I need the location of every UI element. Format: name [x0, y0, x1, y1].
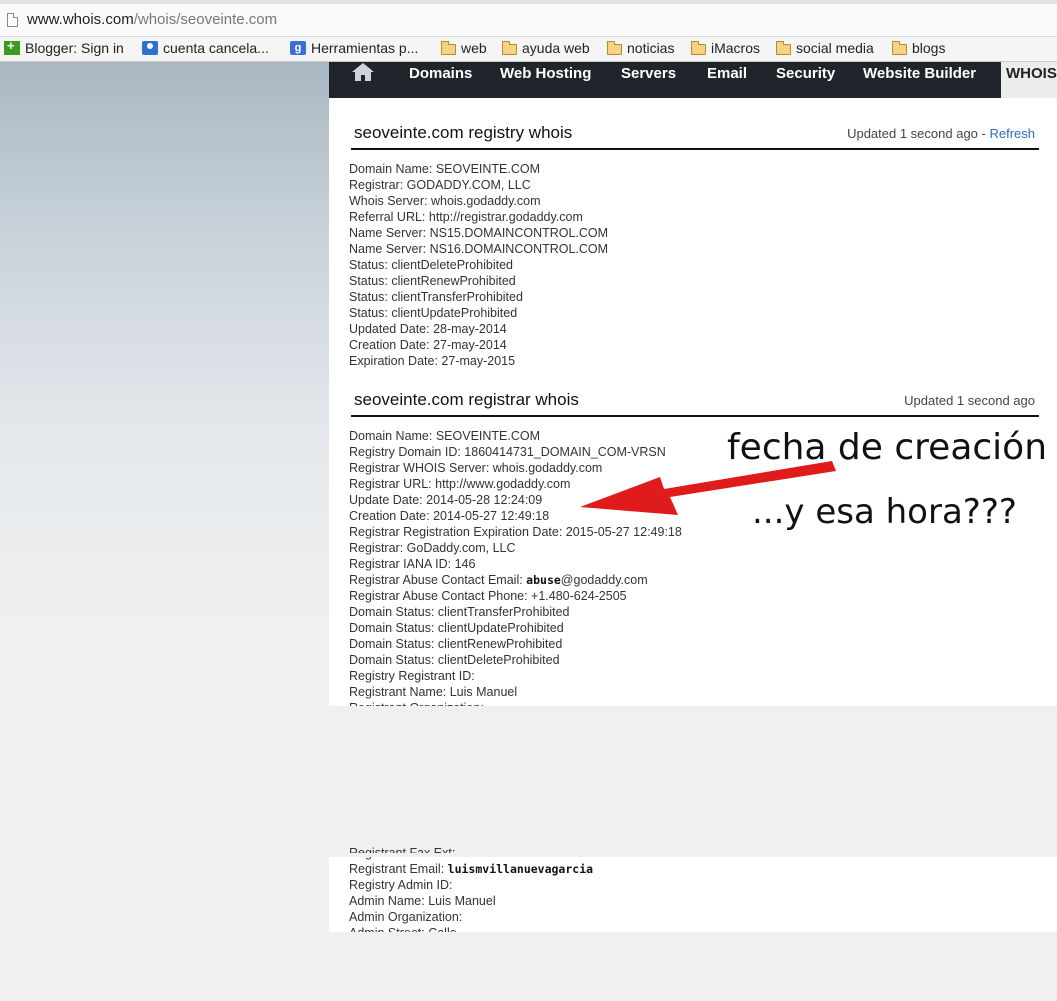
- whois-line: Status: clientUpdateProhibited: [349, 306, 518, 320]
- bookmark-label: Blogger: Sign in: [25, 40, 124, 56]
- bookmark-folder-ayuda-web[interactable]: ayuda web: [502, 40, 590, 56]
- abuse-email-domain: @godaddy.com: [560, 573, 648, 587]
- nav-whois[interactable]: WHOIS: [1001, 62, 1057, 98]
- whois-line: Whois Server: whois.godaddy.com: [349, 194, 541, 208]
- section-divider: [351, 415, 1039, 417]
- bookmark-folder-web[interactable]: web: [441, 40, 487, 56]
- google-plus-icon: g: [290, 41, 306, 55]
- bookmarks-bar: Blogger: Sign in cuenta cancela... g Her…: [0, 37, 1057, 62]
- section-divider: [351, 148, 1039, 150]
- whois-line: Registrar: GoDaddy.com, LLC: [349, 541, 516, 555]
- whois-line: Registrar Abuse Contact Phone: +1.480-62…: [349, 589, 627, 603]
- whois-line: Admin Organization:: [349, 910, 463, 924]
- refresh-link[interactable]: Refresh: [989, 126, 1035, 141]
- whois-line: Name Server: NS16.DOMAINCONTROL.COM: [349, 242, 609, 256]
- whois-line: Name Server: NS15.DOMAINCONTROL.COM: [349, 226, 609, 240]
- folder-icon: [691, 40, 706, 55]
- whois-line: Status: clientTransferProhibited: [349, 290, 523, 304]
- red-arrow-icon: [580, 461, 836, 515]
- redacted-region: [329, 706, 1057, 853]
- whois-line: Registry Registrant ID:: [349, 669, 475, 683]
- bookmark-label: noticias: [627, 40, 675, 56]
- folder-icon: [502, 40, 517, 55]
- whois-line-abuse-email: Registrar Abuse Contact Email: abuse@god…: [349, 572, 682, 588]
- bookmark-cuenta[interactable]: cuenta cancela...: [142, 40, 269, 56]
- blogger-icon: [4, 38, 20, 55]
- registrar-whois-lines-continued: Registrant Fax Ext: Registrant Email: lu…: [349, 845, 593, 941]
- bookmark-label: blogs: [912, 40, 946, 56]
- bookmark-folder-social-media[interactable]: social media: [776, 40, 874, 56]
- page-background-left: [0, 62, 329, 632]
- whois-line: Domain Status: clientRenewProhibited: [349, 637, 563, 651]
- nav-website-builder[interactable]: Website Builder: [863, 65, 976, 82]
- registrar-updated-status: Updated 1 second ago: [904, 393, 1035, 408]
- registrar-section-title: seoveinte.com registrar whois: [354, 390, 579, 409]
- person-icon: [142, 41, 158, 55]
- abuse-email-user: abuse: [526, 573, 561, 587]
- whois-line: Creation Date: 27-may-2014: [349, 338, 507, 352]
- bookmark-folder-blogs[interactable]: blogs: [892, 40, 945, 56]
- whois-line: Registrar Registration Expiration Date: …: [349, 525, 682, 539]
- whois-line: Referral URL: http://registrar.godaddy.c…: [349, 210, 583, 224]
- registrant-email-label: Registrant Email:: [349, 862, 448, 876]
- bookmark-label: Herramientas p...: [311, 40, 419, 56]
- registry-whois-lines: Domain Name: SEOVEINTE.COM Registrar: GO…: [349, 161, 608, 369]
- bookmark-folder-noticias[interactable]: noticias: [607, 40, 674, 56]
- nav-email[interactable]: Email: [707, 65, 747, 82]
- redacted-edge-top: [329, 853, 1057, 857]
- whois-content: seoveinte.com registry whois Updated 1 s…: [329, 98, 1057, 1001]
- nav-servers[interactable]: Servers: [621, 65, 676, 82]
- home-icon[interactable]: [351, 62, 375, 82]
- whois-line-registrant-email: Registrant Email: luismvillanuevagarcia: [349, 861, 593, 877]
- registry-section-title: seoveinte.com registry whois: [354, 123, 573, 142]
- address-bar[interactable]: www.whois.com/whois/seoveinte.com: [0, 4, 1057, 37]
- bookmark-herramientas[interactable]: g Herramientas p...: [290, 40, 418, 56]
- bookmark-label: social media: [796, 40, 874, 56]
- bookmark-blogger[interactable]: Blogger: Sign in: [4, 38, 124, 56]
- redacted-region-bottom: [329, 932, 1057, 1001]
- whois-line: Expiration Date: 27-may-2015: [349, 354, 516, 368]
- registry-updated-status: Updated 1 second ago - Refresh: [847, 126, 1035, 141]
- site-nav: Domains Web Hosting Servers Email Securi…: [329, 62, 1057, 98]
- page-icon: [7, 13, 18, 27]
- registrant-email-value: luismvillanuevagarcia: [447, 862, 594, 876]
- abuse-email-label: Registrar Abuse Contact Email:: [349, 573, 527, 587]
- nav-security[interactable]: Security: [776, 65, 835, 82]
- whois-line: Domain Name: SEOVEINTE.COM: [349, 162, 541, 176]
- whois-line: Admin Name: Luis Manuel: [349, 894, 496, 908]
- whois-line: Status: clientDeleteProhibited: [349, 258, 513, 272]
- bookmark-label: iMacros: [711, 40, 761, 56]
- nav-domains[interactable]: Domains: [409, 65, 472, 82]
- bookmark-label: web: [461, 40, 487, 56]
- whois-line: Status: clientRenewProhibited: [349, 274, 516, 288]
- whois-line: Domain Status: clientUpdateProhibited: [349, 621, 564, 635]
- nav-web-hosting[interactable]: Web Hosting: [500, 65, 591, 82]
- url-text[interactable]: www.whois.com/whois/seoveinte.com: [27, 11, 277, 28]
- folder-icon: [441, 40, 456, 55]
- updated-text: Updated 1 second ago -: [847, 126, 990, 141]
- bookmark-folder-imacros[interactable]: iMacros: [691, 40, 760, 56]
- folder-icon: [607, 40, 622, 55]
- whois-line: Registrant Name: Luis Manuel: [349, 685, 518, 699]
- folder-icon: [892, 40, 907, 55]
- whois-line: Domain Name: SEOVEINTE.COM: [349, 429, 541, 443]
- bookmark-label: cuenta cancela...: [163, 40, 269, 56]
- whois-line: Registry Admin ID:: [349, 878, 453, 892]
- whois-line: Registrar: GODADDY.COM, LLC: [349, 178, 531, 192]
- whois-line: Domain Status: clientTransferProhibited: [349, 605, 570, 619]
- bookmark-label: ayuda web: [522, 40, 590, 56]
- whois-line: Updated Date: 28-may-2014: [349, 322, 507, 336]
- folder-icon: [776, 40, 791, 55]
- whois-line: Registrar IANA ID: 146: [349, 557, 476, 571]
- whois-line: Domain Status: clientDeleteProhibited: [349, 653, 560, 667]
